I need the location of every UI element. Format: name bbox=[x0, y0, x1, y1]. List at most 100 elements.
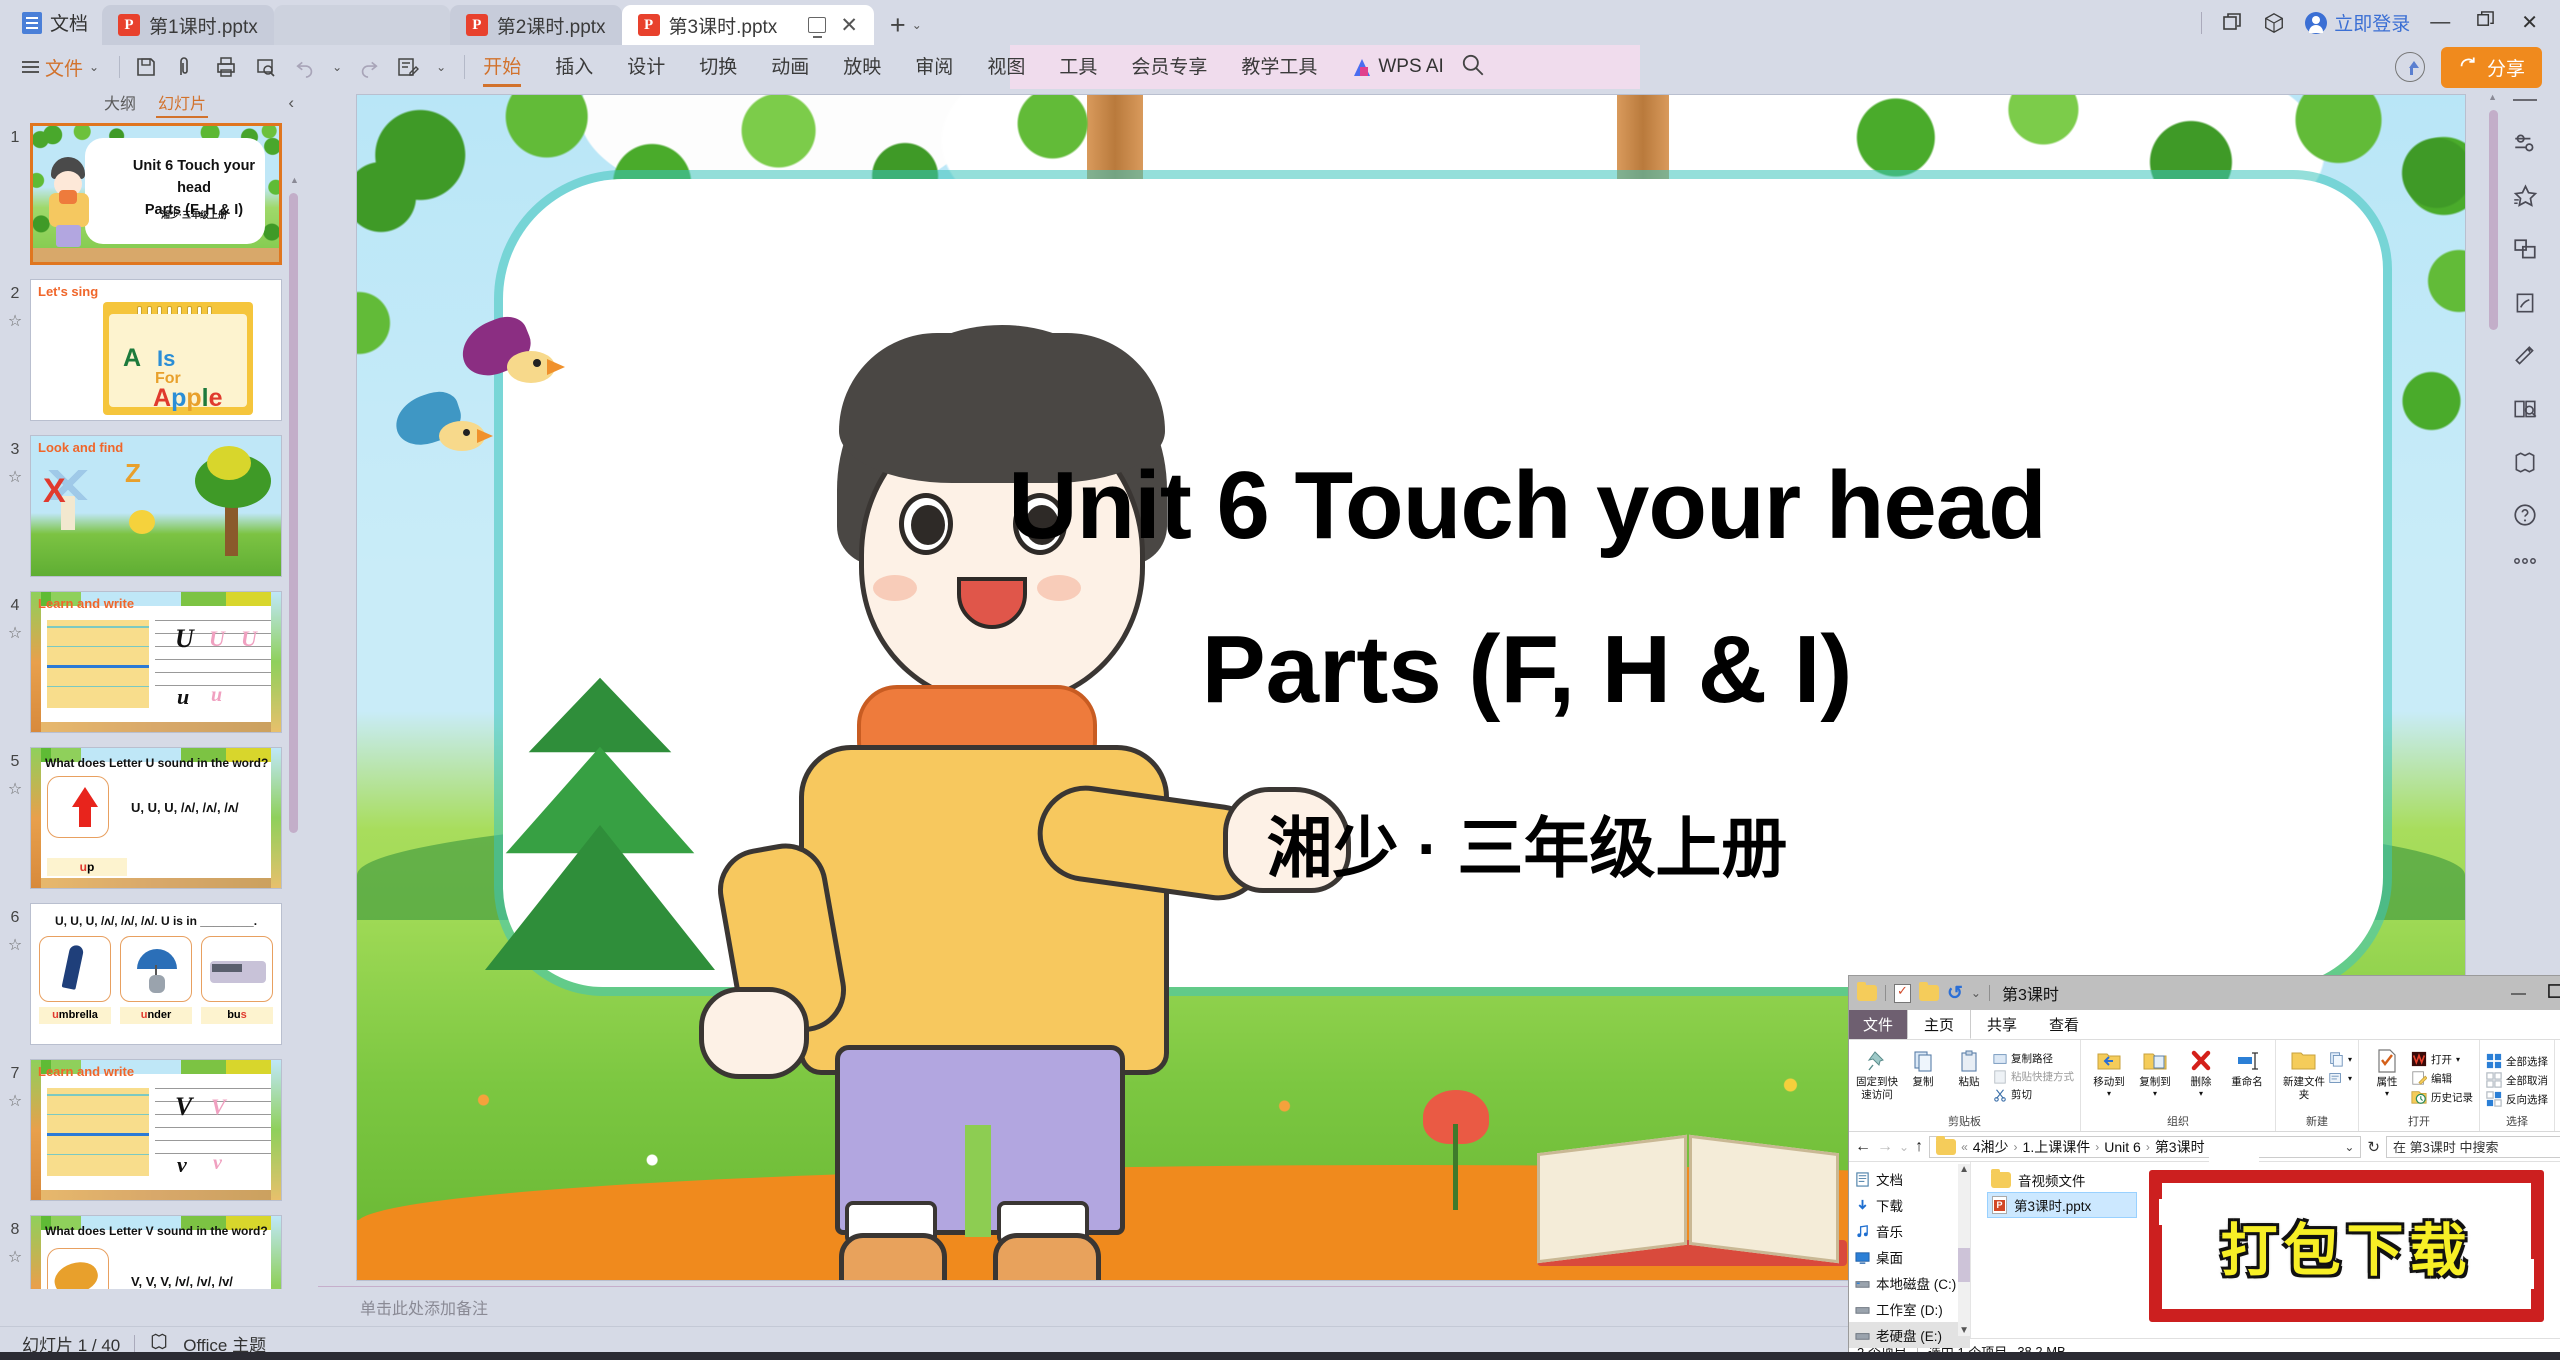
slide-thumbnail-6[interactable]: U, U, U, /ʌ/, /ʌ/, /ʌ/. U is in ________… bbox=[30, 903, 282, 1045]
list-item-file[interactable]: 第3课时.pptx bbox=[1987, 1192, 2137, 1218]
explorer-file-list[interactable]: 音视频文件 第3课时.pptx 打包下载 bbox=[1971, 1156, 2560, 1338]
nav-item-drive-e[interactable]: 老硬盘 (E:) bbox=[1849, 1322, 1970, 1348]
list-item[interactable]: 2 ☆ Let's sing A Is For Apple bbox=[0, 279, 300, 421]
chevron-down-icon[interactable]: ⌄ bbox=[2344, 1140, 2354, 1154]
search-resources-icon[interactable] bbox=[2512, 396, 2538, 422]
copy-to-button[interactable]: 复制到 ▾ bbox=[2133, 1046, 2177, 1098]
nav-scroll-thumb[interactable] bbox=[1958, 1248, 1970, 1282]
breadcrumb-overflow[interactable]: « bbox=[1961, 1140, 1968, 1154]
explorer-menu-share[interactable]: 共享 bbox=[1971, 1010, 2033, 1039]
ribbon-tab-view[interactable]: 视图 bbox=[987, 52, 1025, 82]
element-library-icon[interactable] bbox=[2512, 237, 2538, 263]
slide-thumbnail-7[interactable]: Learn and write V V v v bbox=[30, 1059, 282, 1201]
tab-lesson2[interactable]: P 第2课时.pptx bbox=[449, 5, 622, 45]
theme-icon[interactable] bbox=[2512, 449, 2538, 475]
nav-item-desktop[interactable]: 桌面 bbox=[1849, 1244, 1970, 1270]
redo-icon[interactable] bbox=[358, 56, 380, 78]
print-icon[interactable] bbox=[214, 55, 238, 79]
explorer-menu-file[interactable]: 文件 bbox=[1849, 1010, 1908, 1039]
undo-icon[interactable] bbox=[294, 56, 316, 78]
panel-tab-outline[interactable]: 大纲 bbox=[104, 90, 136, 118]
annotate-icon[interactable] bbox=[396, 55, 420, 79]
print-preview-icon[interactable] bbox=[254, 55, 278, 79]
chevron-down-icon[interactable]: ⌄ bbox=[89, 60, 99, 74]
thumbnail-list[interactable]: 1 Unit 6 Touch your head Parts (F, H & I) bbox=[0, 123, 300, 1289]
ribbon-tab-member[interactable]: 会员专享 bbox=[1131, 52, 1207, 82]
breadcrumb[interactable]: « 4湘少 › 1.上课课件 › Unit 6 › 第3课时 ⌄ bbox=[1929, 1135, 2362, 1158]
properties-panel-icon[interactable] bbox=[2512, 130, 2538, 156]
slide-title-line1[interactable]: Unit 6 Touch your head bbox=[787, 451, 2267, 561]
minimize-button[interactable]: — bbox=[2430, 11, 2450, 34]
chevron-down-icon[interactable]: ▾ bbox=[2348, 1055, 2352, 1064]
nav-item-downloads[interactable]: 下载 bbox=[1849, 1192, 1970, 1218]
undo-icon[interactable]: ↺ bbox=[1947, 982, 1963, 1005]
more-icon[interactable] bbox=[2512, 555, 2538, 567]
present-icon[interactable] bbox=[808, 17, 827, 38]
login-button[interactable]: 立即登录 bbox=[2305, 9, 2410, 36]
documents-button[interactable]: 文档 bbox=[0, 0, 102, 45]
save-as-icon[interactable] bbox=[174, 55, 198, 79]
thumbnail-scrollbar[interactable] bbox=[289, 193, 298, 833]
back-button[interactable]: ← bbox=[1855, 1138, 1871, 1156]
properties-quick-icon[interactable] bbox=[1894, 983, 1911, 1003]
paste-shortcut-button[interactable]: 粘贴快捷方式 bbox=[1993, 1068, 2074, 1085]
history-button[interactable]: 历史记录 bbox=[2411, 1088, 2473, 1106]
tab-lesson1[interactable]: P 第1课时.pptx bbox=[102, 5, 274, 45]
move-to-button[interactable]: 移动到 ▾ bbox=[2087, 1046, 2131, 1098]
copy-path-button[interactable]: 复制路径 bbox=[1993, 1050, 2074, 1067]
new-folder-quick-icon[interactable] bbox=[1919, 982, 1939, 1001]
breadcrumb-item[interactable]: Unit 6 bbox=[2104, 1139, 2141, 1155]
cut-button[interactable]: 剪切 bbox=[1993, 1086, 2074, 1103]
ribbon-tab-design[interactable]: 设计 bbox=[627, 52, 665, 82]
save-icon[interactable] bbox=[134, 55, 158, 79]
search-icon[interactable] bbox=[1460, 52, 1486, 83]
list-item[interactable]: 1 Unit 6 Touch your head Parts (F, H & I) bbox=[0, 123, 300, 265]
ribbon-tab-tools[interactable]: 工具 bbox=[1059, 52, 1097, 82]
new-item-button[interactable]: ▾ bbox=[2328, 1050, 2352, 1068]
nav-item-music[interactable]: 音乐 bbox=[1849, 1218, 1970, 1244]
tab-loading[interactable] bbox=[273, 5, 450, 45]
scroll-down-arrow-icon[interactable]: ▼ bbox=[1959, 1325, 1969, 1336]
favorite-star-icon[interactable]: ☆ bbox=[0, 935, 30, 955]
slide-thumbnail-8[interactable]: What does Letter V sound in the word? V,… bbox=[30, 1215, 282, 1289]
select-all-button[interactable]: 全部选择 bbox=[2486, 1052, 2548, 1070]
pin-to-quick-access-button[interactable]: 固定到快速访问 bbox=[1855, 1046, 1899, 1101]
rename-button[interactable]: 重命名 bbox=[2225, 1046, 2269, 1089]
list-item[interactable]: 3 ☆ Look and find X Z bbox=[0, 435, 300, 577]
share-button[interactable]: 分享 bbox=[2440, 46, 2542, 88]
open-with-button[interactable]: 打开 ▾ bbox=[2411, 1050, 2473, 1068]
maximize-button[interactable] bbox=[2476, 10, 2495, 35]
close-icon[interactable]: ✕ bbox=[840, 15, 858, 36]
chevron-down-icon[interactable]: ▾ bbox=[2153, 1089, 2157, 1099]
slide-thumbnail-1[interactable]: Unit 6 Touch your head Parts (F, H & I) 湘… bbox=[30, 123, 282, 265]
ribbon-tab-home[interactable]: 开始 bbox=[483, 52, 522, 87]
ribbon-tab-teaching-tools[interactable]: 教学工具 bbox=[1241, 52, 1317, 82]
edit-button[interactable]: 编辑 bbox=[2411, 1069, 2473, 1087]
nav-item-drive-d[interactable]: 工作室 (D:) bbox=[1849, 1296, 1970, 1322]
delete-button[interactable]: 删除 ▾ bbox=[2179, 1046, 2223, 1098]
chevron-down-icon[interactable]: ▾ bbox=[2348, 1074, 2352, 1083]
slide-thumbnail-4[interactable]: Learn and write U U U u u bbox=[30, 591, 282, 733]
nav-item-documents[interactable]: 文档 bbox=[1849, 1166, 1970, 1192]
refresh-icon[interactable]: ↻ bbox=[2367, 1138, 2380, 1156]
select-none-button[interactable]: 全部取消 bbox=[2486, 1071, 2548, 1089]
explorer-minimize-button[interactable]: — bbox=[2511, 985, 2526, 1002]
list-item[interactable]: 4 ☆ Learn and write U U U u u bbox=[0, 591, 300, 733]
collapse-panel-icon[interactable]: ‹ bbox=[288, 93, 294, 113]
new-folder-button[interactable]: 新建文件夹 bbox=[2282, 1046, 2326, 1101]
explorer-menu-home[interactable]: 主页 bbox=[1907, 1010, 1972, 1039]
tab-lesson3[interactable]: P 第3课时.pptx ✕ bbox=[621, 5, 874, 45]
breadcrumb-item[interactable]: 4湘少 bbox=[1973, 1137, 2009, 1157]
slide-thumbnail-5[interactable]: What does Letter U sound in the word? U,… bbox=[30, 747, 282, 889]
canvas-scroll-up-icon[interactable]: ▲ bbox=[2488, 92, 2497, 102]
favorite-star-icon[interactable]: ☆ bbox=[0, 467, 30, 487]
canvas-scrollbar[interactable] bbox=[2489, 110, 2498, 330]
beautify-icon[interactable] bbox=[2512, 343, 2538, 369]
wps-ai-button[interactable]: WPS AI bbox=[1354, 56, 1444, 78]
file-menu-button[interactable]: 文件 ⌄ bbox=[0, 54, 109, 81]
invert-selection-button[interactable]: 反向选择 bbox=[2486, 1090, 2548, 1108]
slide-thumbnail-2[interactable]: Let's sing A Is For Apple bbox=[30, 279, 282, 421]
favorite-star-icon[interactable]: ☆ bbox=[0, 623, 30, 643]
list-item[interactable]: 8 ☆ What does Letter V sound in the word… bbox=[0, 1215, 300, 1289]
panel-tab-slides[interactable]: 幻灯片 bbox=[155, 90, 209, 118]
